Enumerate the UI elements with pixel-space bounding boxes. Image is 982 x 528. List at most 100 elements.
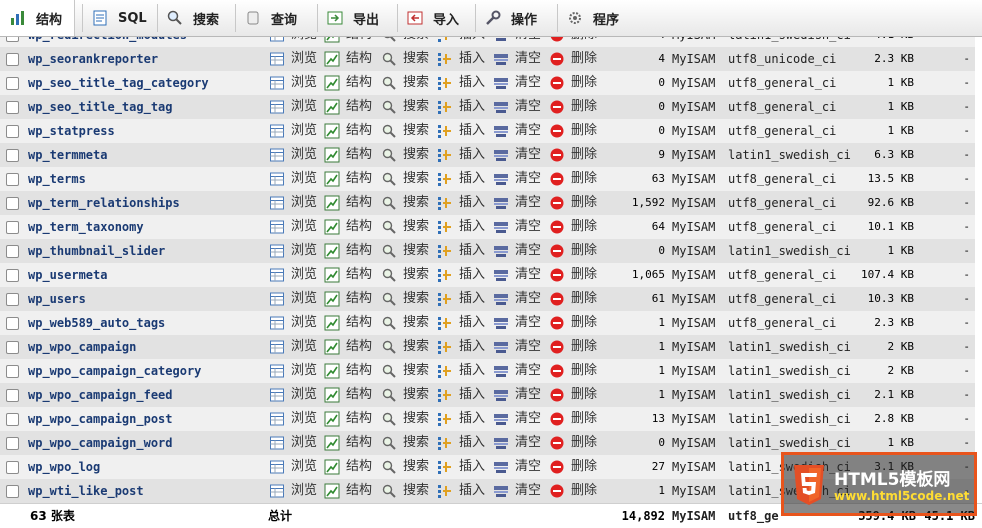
drop-action[interactable]: 删除 (549, 407, 597, 431)
search-action[interactable]: 搜索 (381, 311, 429, 335)
insert-action[interactable]: 插入 (437, 479, 485, 503)
insert-action[interactable]: 插入 (437, 359, 485, 383)
structure-action[interactable]: 结构 (324, 479, 372, 503)
insert-action[interactable]: 插入 (437, 95, 485, 119)
tab-sql[interactable]: SQL (90, 0, 159, 36)
search-action[interactable]: 搜索 (381, 407, 429, 431)
row-checkbox[interactable] (6, 293, 19, 306)
browse-action[interactable]: 浏览 (269, 215, 317, 239)
browse-action[interactable]: 浏览 (269, 143, 317, 167)
table-name-link[interactable]: wp_wti_like_post (28, 479, 144, 503)
row-checkbox[interactable] (6, 317, 19, 330)
browse-action[interactable]: 浏览 (269, 239, 317, 263)
table-name-link[interactable]: wp_thumbnail_slider (28, 239, 165, 263)
search-action[interactable]: 搜索 (381, 431, 429, 455)
search-action[interactable]: 搜索 (381, 215, 429, 239)
drop-action[interactable]: 删除 (549, 119, 597, 143)
empty-action[interactable]: 清空 (493, 431, 541, 455)
browse-action[interactable]: 浏览 (269, 167, 317, 191)
search-action[interactable]: 搜索 (381, 455, 429, 479)
insert-action[interactable]: 插入 (437, 71, 485, 95)
table-name-link[interactable]: wp_web589_auto_tags (28, 311, 165, 335)
table-name-link[interactable]: wp_wpo_campaign_category (28, 359, 201, 383)
table-name-link[interactable]: wp_term_taxonomy (28, 215, 144, 239)
browse-action[interactable]: 浏览 (269, 407, 317, 431)
drop-action[interactable]: 删除 (549, 383, 597, 407)
table-name-link[interactable]: wp_wpo_log (28, 455, 100, 479)
empty-action[interactable]: 清空 (493, 95, 541, 119)
insert-action[interactable]: 插入 (437, 431, 485, 455)
search-action[interactable]: 搜索 (381, 383, 429, 407)
structure-action[interactable]: 结构 (324, 167, 372, 191)
empty-action[interactable]: 清空 (493, 335, 541, 359)
drop-action[interactable]: 删除 (549, 263, 597, 287)
empty-action[interactable]: 清空 (493, 479, 541, 503)
structure-action[interactable]: 结构 (324, 383, 372, 407)
search-action[interactable]: 搜索 (381, 239, 429, 263)
empty-action[interactable]: 清空 (493, 383, 541, 407)
row-checkbox[interactable] (6, 197, 19, 210)
row-checkbox[interactable] (6, 149, 19, 162)
insert-action[interactable]: 插入 (437, 455, 485, 479)
structure-action[interactable]: 结构 (324, 239, 372, 263)
row-checkbox[interactable] (6, 53, 19, 66)
insert-action[interactable]: 插入 (437, 407, 485, 431)
structure-action[interactable]: 结构 (324, 215, 372, 239)
insert-action[interactable]: 插入 (437, 47, 485, 71)
structure-action[interactable]: 结构 (324, 431, 372, 455)
table-name-link[interactable]: wp_seorankreporter (28, 47, 158, 71)
structure-action[interactable]: 结构 (324, 407, 372, 431)
structure-action[interactable]: 结构 (324, 335, 372, 359)
table-name-link[interactable]: wp_statpress (28, 119, 115, 143)
table-name-link[interactable]: wp_wpo_campaign_feed (28, 383, 173, 407)
search-action[interactable]: 搜索 (381, 95, 429, 119)
search-action[interactable]: 搜索 (381, 47, 429, 71)
drop-action[interactable]: 删除 (549, 239, 597, 263)
structure-action[interactable]: 结构 (324, 359, 372, 383)
search-action[interactable]: 搜索 (381, 167, 429, 191)
structure-action[interactable]: 结构 (324, 119, 372, 143)
drop-action[interactable]: 删除 (549, 359, 597, 383)
search-action[interactable]: 搜索 (381, 359, 429, 383)
row-checkbox[interactable] (6, 437, 19, 450)
insert-action[interactable]: 插入 (437, 335, 485, 359)
search-action[interactable]: 搜索 (381, 287, 429, 311)
browse-action[interactable]: 浏览 (269, 95, 317, 119)
search-action[interactable]: 搜索 (381, 479, 429, 503)
table-name-link[interactable]: wp_termmeta (28, 143, 107, 167)
insert-action[interactable]: 插入 (437, 239, 485, 263)
drop-action[interactable]: 删除 (549, 287, 597, 311)
browse-action[interactable]: 浏览 (269, 71, 317, 95)
structure-action[interactable]: 结构 (324, 47, 372, 71)
insert-action[interactable]: 插入 (437, 191, 485, 215)
table-name-link[interactable]: wp_seo_title_tag_category (28, 71, 209, 95)
search-action[interactable]: 搜索 (381, 263, 429, 287)
search-action[interactable]: 搜索 (381, 71, 429, 95)
structure-action[interactable]: 结构 (324, 311, 372, 335)
row-checkbox[interactable] (6, 77, 19, 90)
row-checkbox[interactable] (6, 173, 19, 186)
empty-action[interactable]: 清空 (493, 215, 541, 239)
row-checkbox[interactable] (6, 269, 19, 282)
empty-action[interactable]: 清空 (493, 263, 541, 287)
insert-action[interactable]: 插入 (437, 311, 485, 335)
table-name-link[interactable]: wp_wpo_campaign_post (28, 407, 173, 431)
browse-action[interactable]: 浏览 (269, 335, 317, 359)
browse-action[interactable]: 浏览 (269, 287, 317, 311)
browse-action[interactable]: 浏览 (269, 479, 317, 503)
tab-search[interactable]: 搜索 (165, 0, 231, 36)
structure-action[interactable]: 结构 (324, 455, 372, 479)
drop-action[interactable]: 删除 (549, 95, 597, 119)
drop-action[interactable]: 删除 (549, 479, 597, 503)
drop-action[interactable]: 删除 (549, 167, 597, 191)
search-action[interactable]: 搜索 (381, 143, 429, 167)
drop-action[interactable]: 删除 (549, 431, 597, 455)
row-checkbox[interactable] (6, 485, 19, 498)
structure-action[interactable]: 结构 (324, 287, 372, 311)
empty-action[interactable]: 清空 (493, 167, 541, 191)
structure-action[interactable]: 结构 (324, 191, 372, 215)
table-name-link[interactable]: wp_wpo_campaign (28, 335, 136, 359)
tab-routines[interactable]: 程序 (565, 0, 631, 36)
table-name-link[interactable]: wp_wpo_campaign_word (28, 431, 173, 455)
empty-action[interactable]: 清空 (493, 455, 541, 479)
